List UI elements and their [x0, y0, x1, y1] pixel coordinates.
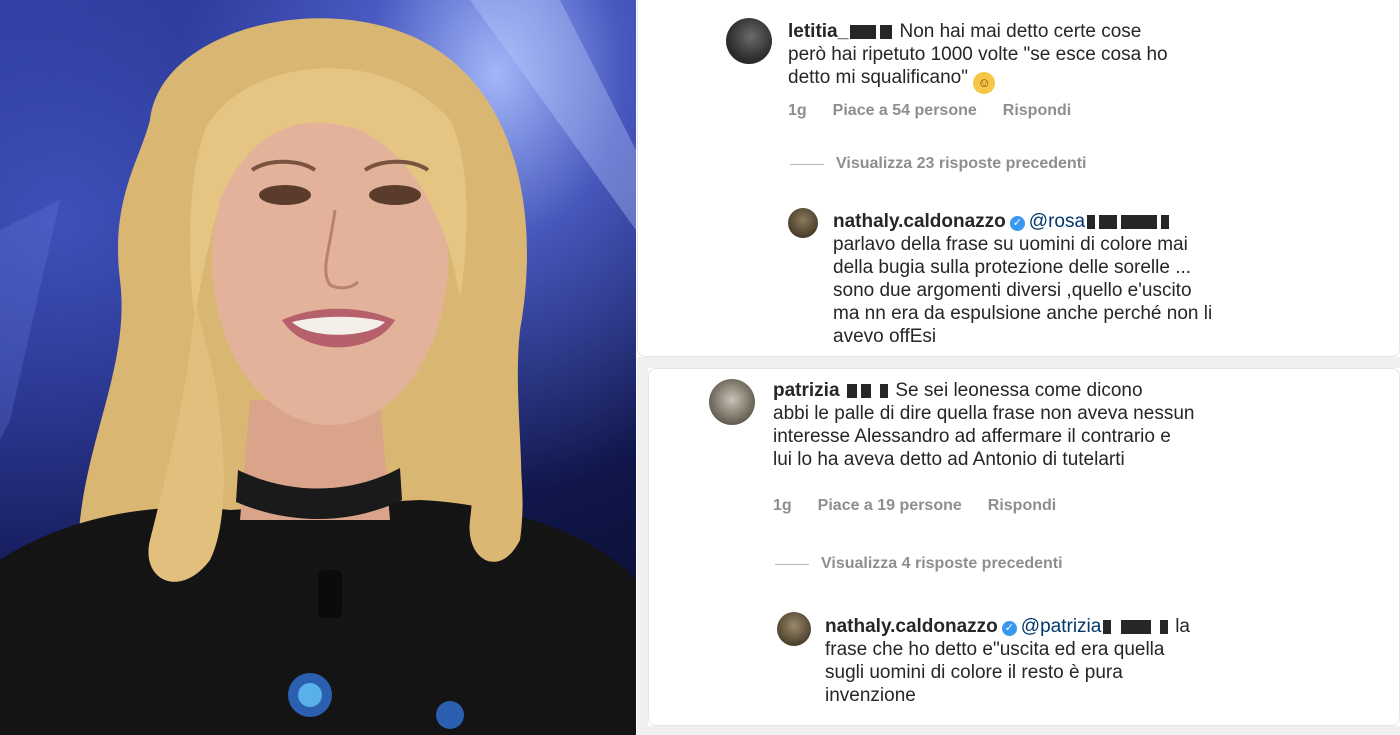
comment-card-2: patrizia Se sei leonessa come dicono abb…	[648, 368, 1400, 726]
comment-card-1: letitia_ Non hai mai detto certe cose pe…	[637, 0, 1400, 357]
redacted-name	[1159, 619, 1168, 634]
reply-text: nathaly.caldonazzo ✓ @rosa parlavo della f…	[833, 210, 1393, 348]
redacted-name	[1120, 619, 1151, 634]
reply-button[interactable]: Rispondi	[1003, 102, 1071, 120]
avatar[interactable]	[726, 18, 772, 64]
avatar[interactable]	[709, 379, 755, 425]
reply-button[interactable]: Rispondi	[988, 497, 1056, 515]
avatar[interactable]	[788, 208, 818, 238]
comment-meta: 1g Piace a 19 persone Rispondi	[773, 497, 1056, 515]
redacted-name	[1161, 214, 1170, 229]
comment-time: 1g	[773, 497, 792, 514]
reply-body: parlavo della frase su uomini di colore …	[833, 234, 1213, 347]
verified-badge-icon: ✓	[1001, 621, 1017, 636]
redacted-name	[1103, 619, 1112, 634]
verified-badge-icon: ✓	[1009, 216, 1025, 231]
view-replies-label: Visualizza 23 risposte precedenti	[836, 155, 1087, 172]
separator	[648, 726, 1400, 735]
view-replies-button[interactable]: Visualizza 23 risposte precedenti	[790, 155, 1086, 173]
comment-username[interactable]: letitia_	[788, 21, 848, 42]
woman-photo	[0, 0, 636, 735]
redacted-name	[880, 383, 889, 398]
view-replies-button[interactable]: Visualizza 4 risposte precedenti	[775, 555, 1063, 573]
redacted-name	[850, 24, 877, 39]
reply-text: nathaly.caldonazzo ✓ @patrizia la frase ch…	[825, 615, 1385, 707]
avatar[interactable]	[777, 612, 811, 646]
comment-likes[interactable]: Piace a 54 persone	[833, 102, 977, 120]
comment-text: patrizia Se sei leonessa come dicono abb…	[773, 379, 1393, 471]
view-replies-label: Visualizza 4 risposte precedenti	[821, 555, 1063, 572]
separator	[637, 357, 1400, 368]
redacted-name	[846, 383, 857, 398]
laughing-emoji-icon: ☺	[973, 72, 996, 94]
comment-meta: 1g Piace a 54 persone Rispondi	[788, 102, 1071, 120]
reply-body: frase che ho detto e"uscita ed era quell…	[825, 639, 1165, 706]
reply-username[interactable]: nathaly.caldonazzo	[825, 616, 998, 637]
redacted-name	[860, 383, 871, 398]
redacted-name	[880, 24, 893, 39]
redacted-name	[1087, 214, 1096, 229]
redacted-name	[1099, 214, 1118, 229]
comment-text: letitia_ Non hai mai detto certe cose pe…	[788, 20, 1388, 94]
mention-link[interactable]: @rosa	[1029, 211, 1085, 232]
comment-likes[interactable]: Piace a 19 persone	[818, 497, 962, 515]
comment-time: 1g	[788, 102, 807, 119]
divider-line	[775, 563, 809, 565]
comment-username[interactable]: patrizia	[773, 380, 840, 401]
mention-link[interactable]: @patrizia	[1021, 616, 1102, 637]
separator	[637, 368, 648, 735]
redacted-name	[1121, 214, 1158, 229]
portrait-illustration	[0, 0, 636, 735]
reply-username[interactable]: nathaly.caldonazzo	[833, 211, 1006, 232]
reply-body-start: la	[1175, 616, 1190, 637]
divider-line	[790, 163, 824, 165]
